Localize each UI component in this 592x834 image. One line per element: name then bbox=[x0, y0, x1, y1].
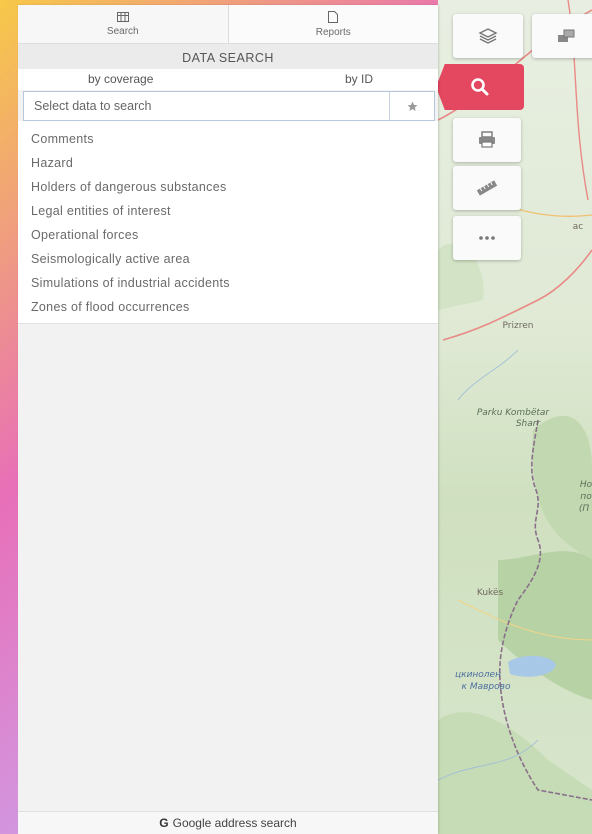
list-item[interactable]: Zones of flood occurrences bbox=[18, 295, 438, 319]
print-button[interactable] bbox=[453, 118, 521, 162]
map-label-kukes: Kukës bbox=[476, 588, 504, 598]
ellipsis-icon bbox=[479, 236, 495, 240]
tab-reports-label: Reports bbox=[315, 26, 351, 38]
map-label-ho: Ho bbox=[579, 480, 592, 490]
list-item[interactable]: Holders of dangerous substances bbox=[18, 175, 438, 199]
data-select-field bbox=[23, 91, 435, 121]
tab-reports[interactable]: Reports bbox=[228, 5, 438, 43]
search-panel: Search Reports DATA SEARCH by coverage b… bbox=[18, 5, 438, 834]
list-item[interactable]: Seismologically active area bbox=[18, 247, 438, 271]
map-label-paren: (П bbox=[578, 504, 590, 514]
map-label-park: Parku Kombëtar bbox=[476, 408, 550, 418]
panel-heading: DATA SEARCH bbox=[18, 44, 438, 69]
list-item[interactable]: Operational forces bbox=[18, 223, 438, 247]
panel-tabs: Search Reports bbox=[18, 5, 438, 44]
data-type-list: Comments Hazard Holders of dangerous sub… bbox=[18, 121, 438, 324]
basemap-button[interactable] bbox=[532, 14, 592, 58]
tab-search[interactable]: Search bbox=[18, 5, 229, 43]
favorite-button[interactable] bbox=[389, 92, 434, 120]
layers-icon bbox=[478, 28, 498, 44]
print-icon bbox=[479, 131, 495, 148]
more-button[interactable] bbox=[453, 216, 521, 260]
star-icon bbox=[407, 101, 417, 111]
list-item[interactable]: Comments bbox=[18, 127, 438, 151]
map-label-edge: ас bbox=[572, 222, 584, 232]
search-toggle-button[interactable] bbox=[436, 64, 524, 110]
map-label-reservoir: цкинолен bbox=[455, 670, 501, 680]
document-icon bbox=[328, 10, 339, 25]
data-select-input[interactable] bbox=[24, 94, 389, 118]
mode-by-coverage[interactable]: by coverage bbox=[88, 72, 153, 86]
mode-by-id[interactable]: by ID bbox=[345, 72, 373, 86]
tab-search-label: Search bbox=[106, 25, 139, 37]
table-icon bbox=[116, 11, 129, 24]
map-label-mavrovo: к Мавровo bbox=[461, 682, 511, 692]
layers-button[interactable] bbox=[453, 14, 523, 58]
map-label-sharr: Sharr bbox=[515, 419, 541, 429]
list-item[interactable]: Simulations of industrial accidents bbox=[18, 271, 438, 295]
ruler-icon bbox=[476, 180, 498, 196]
list-item[interactable]: Legal entities of interest bbox=[18, 199, 438, 223]
search-icon bbox=[471, 78, 489, 96]
map-label-prizren: Prizren bbox=[502, 321, 534, 331]
google-logo: G bbox=[159, 816, 169, 830]
list-item[interactable]: Hazard bbox=[18, 151, 438, 175]
measure-button[interactable] bbox=[453, 166, 521, 210]
google-address-search-button[interactable]: G Google address search bbox=[18, 811, 438, 834]
google-address-search-label: Google address search bbox=[172, 816, 297, 830]
map-stack-icon bbox=[558, 29, 575, 42]
map-label-po: по bbox=[580, 492, 592, 502]
search-mode-row: by coverage by ID bbox=[18, 69, 438, 90]
